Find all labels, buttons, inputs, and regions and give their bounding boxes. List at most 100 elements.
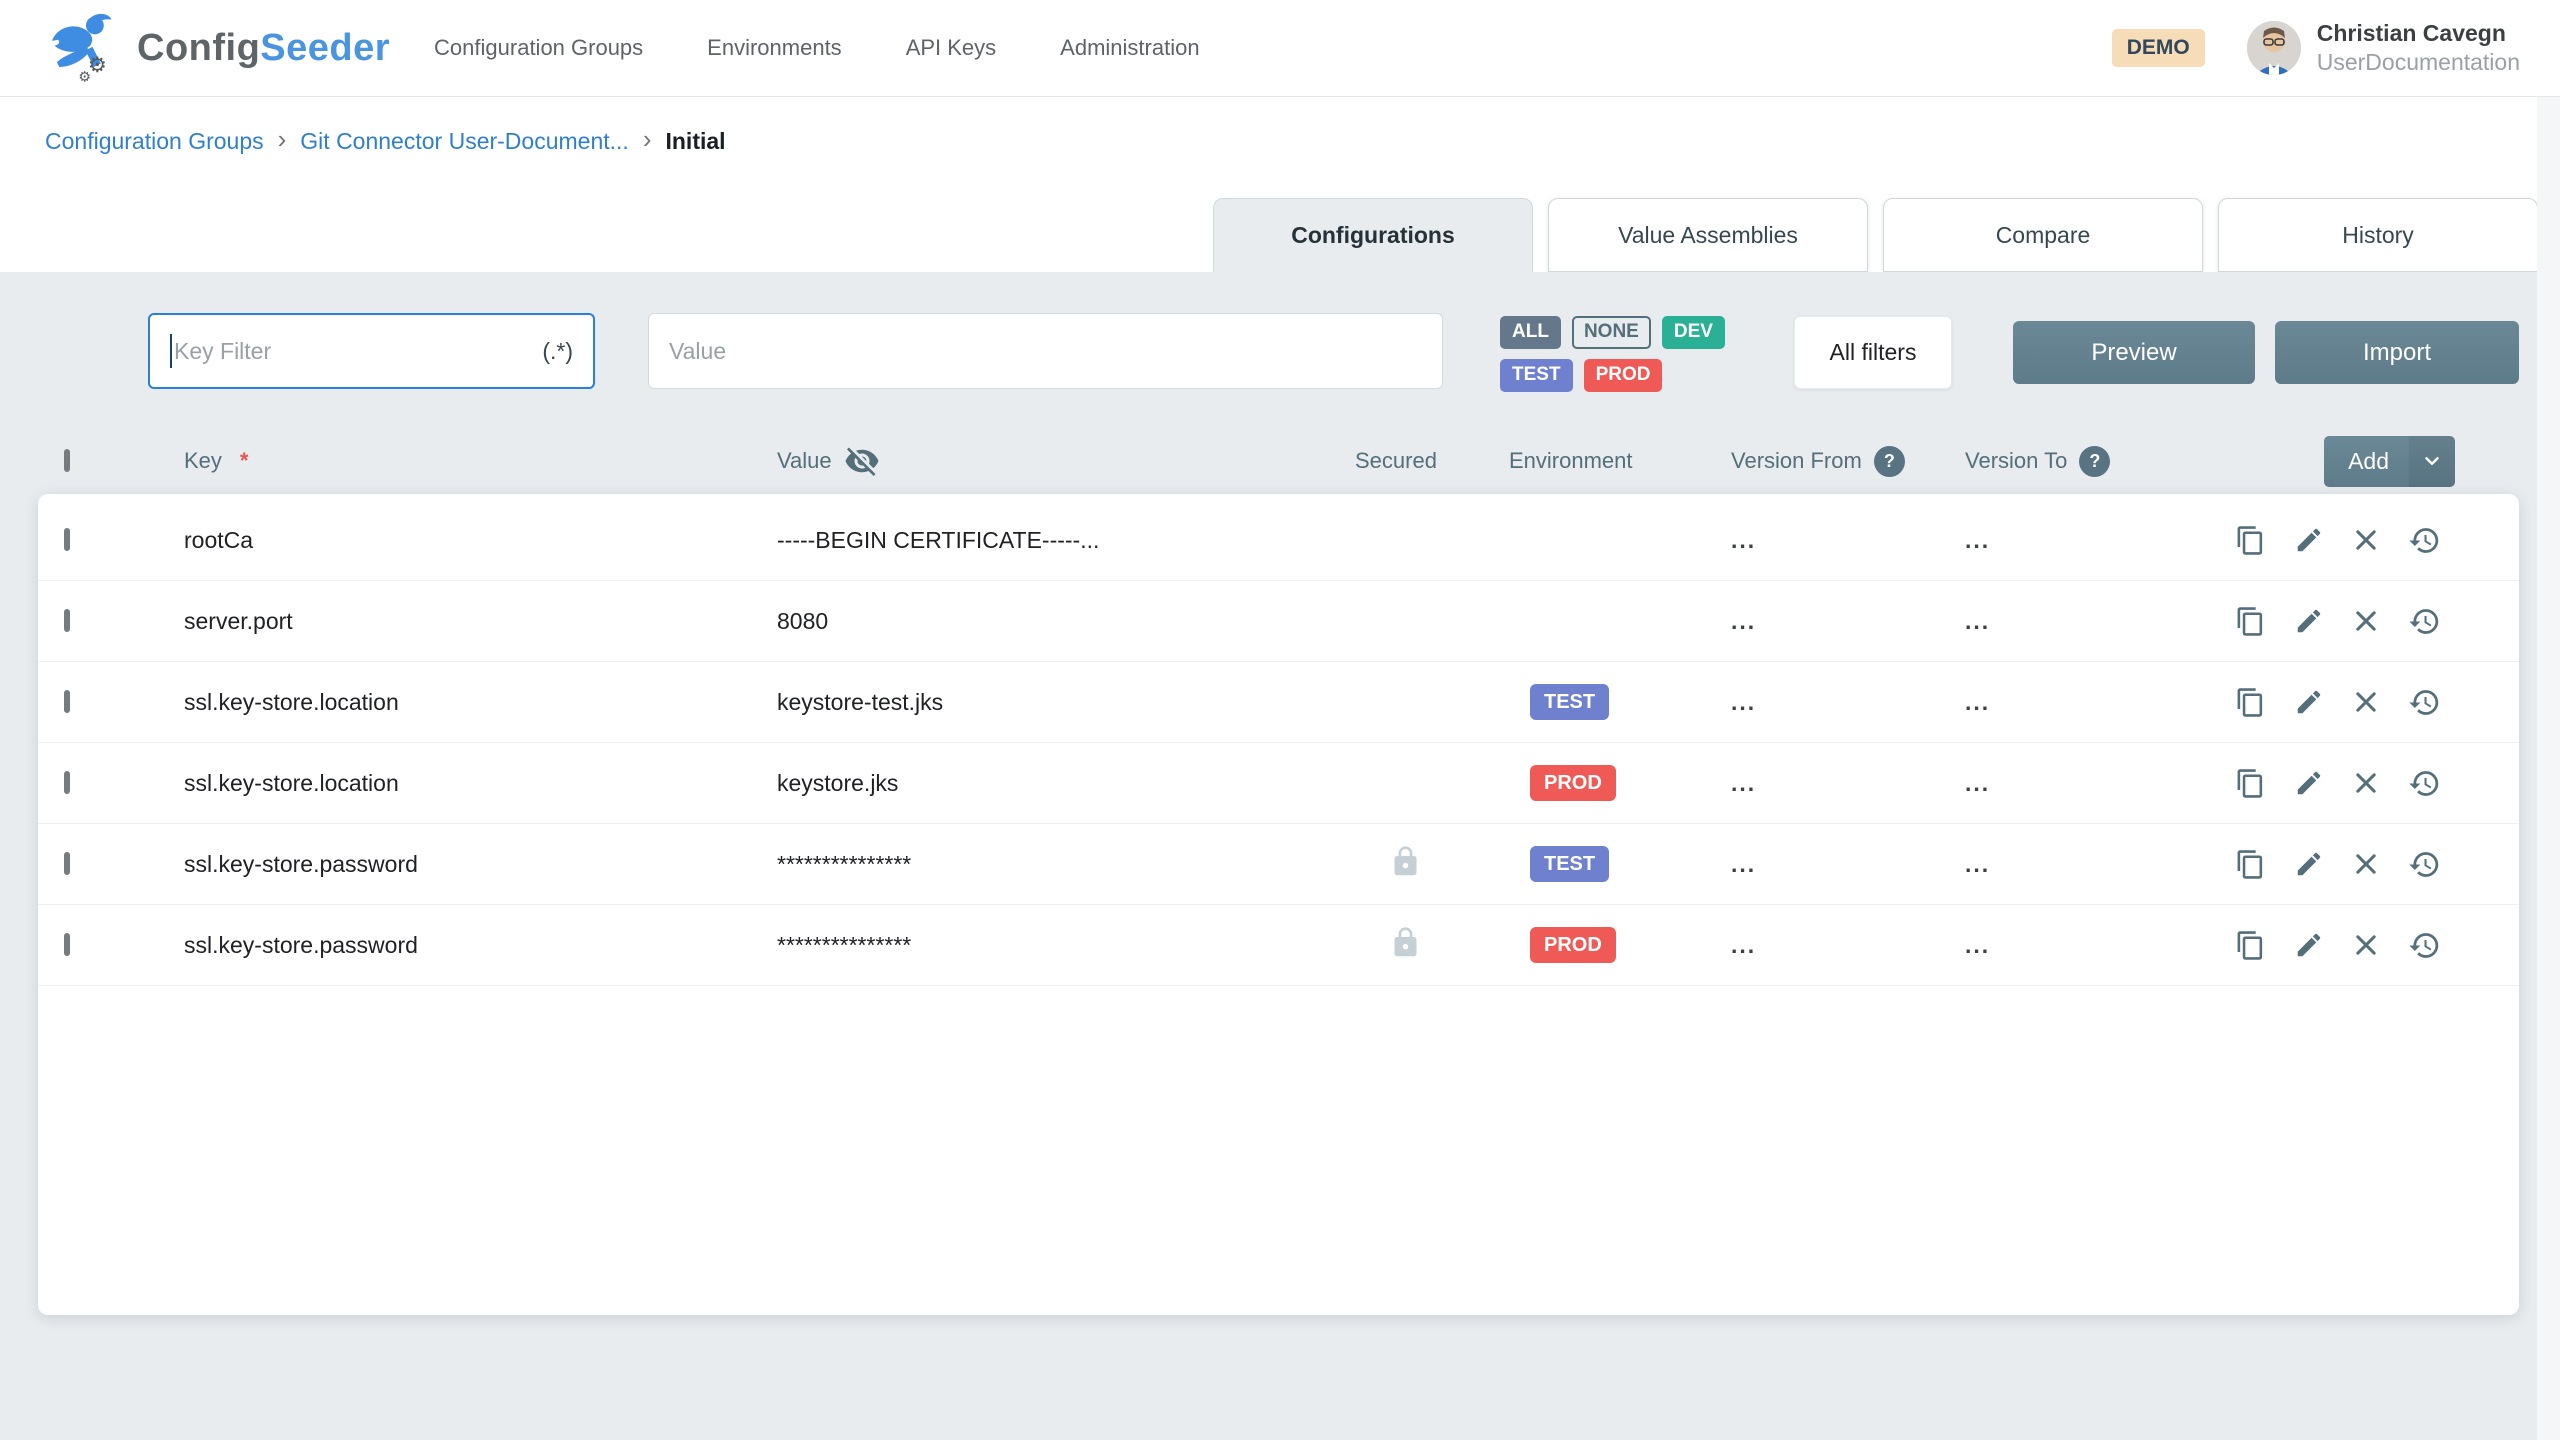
select-all-checkbox[interactable]: [64, 449, 70, 472]
copy-icon[interactable]: [2235, 930, 2266, 961]
edit-icon[interactable]: [2294, 849, 2324, 879]
copy-icon[interactable]: [2235, 768, 2266, 799]
import-button[interactable]: Import: [2275, 321, 2519, 384]
tab-configurations[interactable]: Configurations: [1213, 198, 1533, 272]
nav-item-api-keys[interactable]: API Keys: [906, 35, 996, 61]
env-toggle-all[interactable]: ALL: [1500, 316, 1561, 349]
delete-icon[interactable]: [2352, 769, 2380, 797]
tab-value-assemblies[interactable]: Value Assemblies: [1548, 198, 1868, 272]
column-version-from: Version From?: [1731, 446, 1965, 477]
row-key: rootCa: [184, 527, 777, 554]
content-panel: (.*) ALL NONE DEV TEST PROD All filters Prev…: [0, 272, 2537, 1440]
history-icon[interactable]: [2408, 524, 2441, 557]
table-row: server.port 8080 ... ...: [38, 581, 2519, 662]
header-right: DEMO Christian Cavegn UserDocumentation: [2112, 19, 2520, 77]
user-tenant: UserDocumentation: [2317, 48, 2520, 77]
row-version-from: ...: [1731, 770, 1965, 797]
key-filter-field[interactable]: (.*): [148, 313, 595, 389]
lock-icon: [1389, 845, 1422, 883]
app-logo[interactable]: ⚙ ⚙ ConfigSeeder: [45, 10, 390, 86]
env-toggle-none[interactable]: NONE: [1572, 316, 1651, 349]
history-icon[interactable]: [2408, 605, 2441, 638]
preview-button[interactable]: Preview: [2013, 321, 2255, 384]
column-value: Value: [777, 443, 1355, 479]
add-button[interactable]: Add: [2324, 436, 2455, 487]
edit-icon[interactable]: [2294, 525, 2324, 555]
row-checkbox[interactable]: [64, 690, 70, 713]
row-key: ssl.key-store.password: [184, 851, 777, 878]
row-value: keystore.jks: [777, 770, 1355, 797]
visibility-off-icon[interactable]: [844, 443, 880, 479]
delete-icon[interactable]: [2352, 931, 2380, 959]
version-from-help-icon[interactable]: ?: [1874, 446, 1905, 477]
row-value: keystore-test.jks: [777, 689, 1355, 716]
row-key: ssl.key-store.password: [184, 932, 777, 959]
copy-icon[interactable]: [2235, 606, 2266, 637]
value-filter-field[interactable]: [648, 313, 1443, 389]
tab-history[interactable]: History: [2218, 198, 2538, 272]
breadcrumb-item-configuration-groups[interactable]: Configuration Groups: [45, 128, 264, 155]
row-checkbox[interactable]: [64, 609, 70, 632]
edit-icon[interactable]: [2294, 687, 2324, 717]
history-icon[interactable]: [2408, 929, 2441, 962]
copy-icon[interactable]: [2235, 525, 2266, 556]
sower-logo-icon: ⚙ ⚙: [45, 10, 121, 86]
row-version-from: ...: [1731, 527, 1965, 554]
tabs: ConfigurationsValue AssembliesCompareHis…: [0, 159, 2560, 272]
column-key: Key*: [184, 448, 777, 474]
row-value: ***************: [777, 932, 1355, 959]
copy-icon[interactable]: [2235, 687, 2266, 718]
key-filter-input[interactable]: [174, 338, 530, 365]
chevron-down-icon[interactable]: [2409, 436, 2455, 487]
row-checkbox[interactable]: [64, 771, 70, 794]
lock-icon: [1389, 926, 1422, 964]
row-checkbox[interactable]: [64, 933, 70, 956]
table-row: ssl.key-store.password *************** P…: [38, 905, 2519, 986]
table-row: rootCa -----BEGIN CERTIFICATE-----... ..…: [38, 500, 2519, 581]
delete-icon[interactable]: [2352, 850, 2380, 878]
chevron-right-icon: ›: [278, 124, 287, 155]
nav-item-environments[interactable]: Environments: [707, 35, 842, 61]
column-version-to: Version To?: [1965, 446, 2235, 477]
row-checkbox[interactable]: [64, 852, 70, 875]
copy-icon[interactable]: [2235, 849, 2266, 880]
row-checkbox[interactable]: [64, 528, 70, 551]
version-to-help-icon[interactable]: ?: [2079, 446, 2110, 477]
history-icon[interactable]: [2408, 767, 2441, 800]
regex-suffix: (.*): [542, 338, 573, 365]
edit-icon[interactable]: [2294, 930, 2324, 960]
env-toggle-dev[interactable]: DEV: [1662, 316, 1725, 349]
env-toggle-prod[interactable]: PROD: [1584, 359, 1663, 392]
main-nav: Configuration Groups Environments API Keys…: [434, 35, 1200, 61]
breadcrumb-item-git-connector-user-document[interactable]: Git Connector User-Document...: [300, 128, 629, 155]
svg-text:⚙: ⚙: [78, 69, 91, 85]
all-filters-button[interactable]: All filters: [1794, 316, 1952, 389]
avatar[interactable]: [2247, 21, 2301, 75]
row-version-from: ...: [1731, 689, 1965, 716]
delete-icon[interactable]: [2352, 688, 2380, 716]
edit-icon[interactable]: [2294, 606, 2324, 636]
env-toggle-test[interactable]: TEST: [1500, 359, 1573, 392]
table-row: ssl.key-store.location keystore.jks PROD…: [38, 743, 2519, 824]
delete-icon[interactable]: [2352, 607, 2380, 635]
app-header: ⚙ ⚙ ConfigSeeder Configuration Groups Env…: [0, 0, 2560, 97]
scrollbar-track[interactable]: [2537, 97, 2560, 1440]
edit-icon[interactable]: [2294, 768, 2324, 798]
user-block: Christian Cavegn UserDocumentation: [2317, 19, 2520, 77]
required-marker: *: [240, 448, 249, 474]
value-filter-input[interactable]: [669, 338, 1422, 365]
row-value: ***************: [777, 851, 1355, 878]
row-version-from: ...: [1731, 851, 1965, 878]
nav-item-configuration-groups[interactable]: Configuration Groups: [434, 35, 643, 61]
row-value: -----BEGIN CERTIFICATE-----...: [777, 527, 1355, 554]
nav-item-administration[interactable]: Administration: [1060, 35, 1199, 61]
breadcrumb-item-initial: Initial: [665, 128, 725, 155]
history-icon[interactable]: [2408, 848, 2441, 881]
delete-icon[interactable]: [2352, 526, 2380, 554]
table-row: ssl.key-store.location keystore-test.jks…: [38, 662, 2519, 743]
row-value: 8080: [777, 608, 1355, 635]
tab-compare[interactable]: Compare: [1883, 198, 2203, 272]
environment-badge: TEST: [1530, 684, 1609, 720]
configurations-table: rootCa -----BEGIN CERTIFICATE-----... ..…: [38, 494, 2519, 1315]
history-icon[interactable]: [2408, 686, 2441, 719]
